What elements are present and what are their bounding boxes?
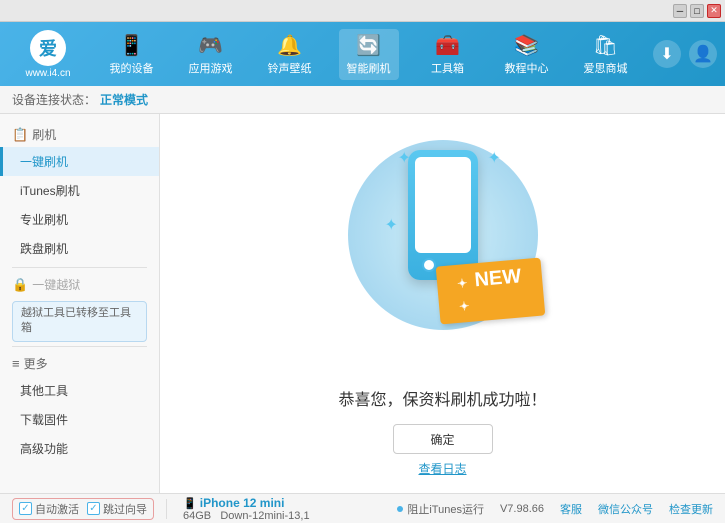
smart-flash-icon: 🔄 — [356, 33, 381, 58]
nav-ringtone[interactable]: 🔔 铃声壁纸 — [260, 29, 320, 80]
account-button[interactable]: 👤 — [689, 40, 717, 68]
phone-illustration: ✦ ✦ ✦ ✦ NEW ✦ — [343, 130, 543, 370]
logo-url: www.i4.cn — [25, 68, 70, 79]
smart-flash-label: 智能刷机 — [347, 60, 391, 76]
jailbreak-label: 一键越狱 — [32, 276, 80, 293]
ribbon-star-right: ✦ — [458, 299, 469, 314]
sparkle-1: ✦ — [398, 148, 411, 168]
auto-activate-check-icon: ✓ — [19, 502, 32, 515]
skip-wizard-check-icon: ✓ — [87, 502, 100, 515]
status-bar: 设备连接状态： 正常模式 — [0, 86, 725, 114]
ringtone-icon: 🔔 — [277, 33, 302, 58]
toolbox-icon: 🧰 — [435, 33, 460, 58]
device-model: Down-12mini-13,1 — [220, 510, 309, 522]
tutorial-label: 教程中心 — [505, 60, 549, 76]
app-games-icon: 🎮 — [198, 33, 223, 58]
sparkle-2: ✦ — [488, 148, 501, 168]
wechat-link[interactable]: 微信公众号 — [598, 501, 653, 517]
jailbreak-lock-icon: 🔒 — [12, 277, 28, 293]
ribbon-star-left: ✦ — [456, 276, 467, 291]
main-content: ✦ ✦ ✦ ✦ NEW ✦ 恭喜您，保资料刷机成功啦！ 确定 查看日志 — [160, 114, 725, 493]
new-ribbon: ✦ NEW ✦ — [438, 262, 543, 320]
my-device-label: 我的设备 — [110, 60, 154, 76]
success-message: 恭喜您，保资料刷机成功啦！ — [338, 386, 546, 410]
flash-section-label: 刷机 — [32, 126, 56, 143]
auto-activate-checkbox[interactable]: ✓ 自动激活 — [19, 501, 79, 517]
minimize-button[interactable]: ─ — [673, 4, 687, 18]
bottom-right: 阻止iTunes运行 V7.98.66 客服 微信公众号 检查更新 — [397, 501, 713, 517]
sidebar-more-section: ≡ 更多 — [0, 351, 159, 376]
header: 爱 www.i4.cn 📱 我的设备 🎮 应用游戏 🔔 铃声壁纸 🔄 智能刷机 … — [0, 22, 725, 86]
sidebar-item-itunes[interactable]: iTunes刷机 — [0, 176, 159, 205]
goto-daily-link[interactable]: 查看日志 — [418, 460, 466, 477]
sidebar-item-tools[interactable]: 其他工具 — [0, 376, 159, 405]
checkbox-group: ✓ 自动激活 ✓ 跳过向导 — [12, 498, 154, 520]
version-label: V7.98.66 — [500, 503, 544, 515]
more-section-label: 更多 — [24, 355, 48, 372]
itunes-status: 阻止iTunes运行 — [397, 501, 484, 517]
phone-screen — [415, 157, 471, 253]
close-button[interactable]: ✕ — [707, 4, 721, 18]
nav-toolbox[interactable]: 🧰 工具箱 — [418, 29, 478, 80]
sidebar-section-flash: 📋 刷机 — [0, 122, 159, 147]
title-bar: ─ □ ✕ — [0, 0, 725, 22]
skip-wizard-label: 跳过向导 — [103, 501, 147, 517]
logo-icon: 爱 — [30, 30, 66, 66]
my-device-icon: 📱 — [119, 33, 144, 58]
sidebar-jailbreak-section: 🔒 一键越狱 — [0, 272, 159, 297]
itunes-status-dot — [397, 506, 403, 512]
sidebar-item-disk[interactable]: 跌盘刷机 — [0, 234, 159, 263]
new-badge-text: NEW — [473, 265, 521, 291]
shop-label: 爱思商城 — [584, 60, 628, 76]
bottom-bar: ✓ 自动激活 ✓ 跳过向导 📱 iPhone 12 mini 64GB Down… — [0, 493, 725, 523]
nav-right-buttons: ⬇ 👤 — [653, 40, 717, 68]
skip-wizard-checkbox[interactable]: ✓ 跳过向导 — [87, 501, 147, 517]
toolbox-label: 工具箱 — [431, 60, 464, 76]
device-info: 📱 iPhone 12 mini 64GB Down-12mini-13,1 — [183, 496, 310, 522]
sidebar-item-pro[interactable]: 专业刷机 — [0, 205, 159, 234]
tutorial-icon: 📚 — [514, 33, 539, 58]
nav-tutorial[interactable]: 📚 教程中心 — [497, 29, 557, 80]
nav-smart-flash[interactable]: 🔄 智能刷机 — [339, 29, 399, 80]
sidebar-divider-2 — [12, 346, 147, 347]
bottom-divider — [166, 499, 167, 519]
jailbreak-notice: 越狱工具已转移至工具箱 — [12, 301, 147, 342]
customer-service-link[interactable]: 客服 — [560, 501, 582, 517]
new-badge: ✦ NEW ✦ — [435, 258, 545, 325]
device-name: iPhone 12 mini — [200, 496, 285, 510]
nav-app-games[interactable]: 🎮 应用游戏 — [181, 29, 241, 80]
sidebar-item-advanced[interactable]: 高级功能 — [0, 434, 159, 463]
status-label: 设备连接状态： — [12, 91, 96, 108]
app-games-label: 应用游戏 — [189, 60, 233, 76]
flash-section-icon: 📋 — [12, 127, 28, 143]
sidebar: 📋 刷机 一键刷机 iTunes刷机 专业刷机 跌盘刷机 🔒 一键越狱 越狱工具… — [0, 114, 160, 493]
nav-my-device[interactable]: 📱 我的设备 — [102, 29, 162, 80]
phone-home-button — [422, 258, 436, 272]
shop-icon: 🛍 — [593, 33, 618, 58]
ringtone-label: 铃声壁纸 — [268, 60, 312, 76]
device-storage: 64GB — [183, 510, 211, 522]
sidebar-divider-1 — [12, 267, 147, 268]
nav-shop[interactable]: 🛍 爱思商城 — [576, 29, 636, 80]
sidebar-item-firmware[interactable]: 下载固件 — [0, 405, 159, 434]
itunes-status-label: 阻止iTunes运行 — [407, 501, 484, 517]
main-layout: 📋 刷机 一键刷机 iTunes刷机 专业刷机 跌盘刷机 🔒 一键越狱 越狱工具… — [0, 114, 725, 493]
device-icon: 📱 — [183, 498, 197, 510]
sparkle-3: ✦ — [385, 215, 398, 235]
status-value: 正常模式 — [100, 91, 148, 108]
auto-activate-label: 自动激活 — [35, 501, 79, 517]
nav-bar: 📱 我的设备 🎮 应用游戏 🔔 铃声壁纸 🔄 智能刷机 🧰 工具箱 📚 教程中心… — [92, 29, 645, 80]
bottom-left: ✓ 自动激活 ✓ 跳过向导 📱 iPhone 12 mini 64GB Down… — [12, 496, 397, 522]
sidebar-item-onekey[interactable]: 一键刷机 — [0, 147, 159, 176]
confirm-button[interactable]: 确定 — [393, 424, 493, 454]
more-section-icon: ≡ — [12, 356, 20, 371]
check-update-link[interactable]: 检查更新 — [669, 501, 713, 517]
maximize-button[interactable]: □ — [690, 4, 704, 18]
download-button[interactable]: ⬇ — [653, 40, 681, 68]
logo-area: 爱 www.i4.cn — [8, 30, 88, 79]
